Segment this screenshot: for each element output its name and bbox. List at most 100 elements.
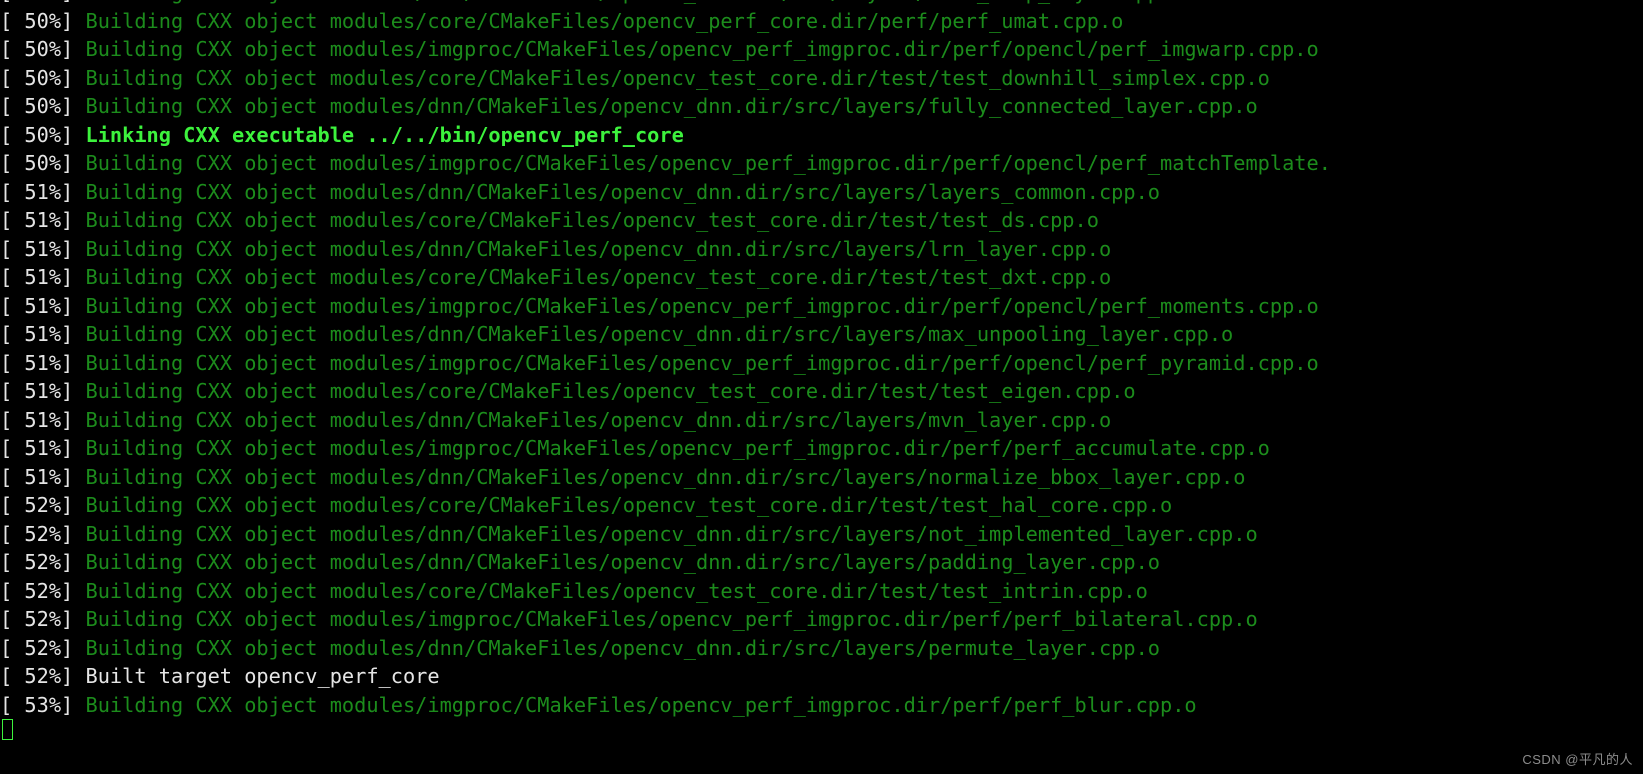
build-log-line: [ 52%] Building CXX object modules/core/…: [0, 491, 1643, 520]
bracket: [: [0, 436, 24, 460]
percent-value: 50: [24, 66, 48, 90]
bracket: [: [0, 351, 24, 375]
build-message: Building CXX object modules/core/CMakeFi…: [85, 579, 1147, 603]
terminal-output: [ 50%] Building CXX object modules/dnn/C…: [0, 0, 1643, 748]
build-log-line: [ 51%] Building CXX object modules/imgpr…: [0, 434, 1643, 463]
bracket: %]: [49, 0, 86, 4]
bracket: %]: [49, 522, 86, 546]
bracket: [: [0, 265, 24, 289]
build-log-line: [ 53%] Building CXX object modules/imgpr…: [0, 691, 1643, 720]
percent-value: 51: [24, 436, 48, 460]
bracket: %]: [49, 550, 86, 574]
bracket: %]: [49, 151, 86, 175]
build-message: Building CXX object modules/core/CMakeFi…: [85, 66, 1269, 90]
bracket: %]: [49, 379, 86, 403]
bracket: [: [0, 465, 24, 489]
bracket: [: [0, 693, 24, 717]
percent-value: 51: [24, 208, 48, 232]
bracket: [: [0, 9, 24, 33]
build-log-line: [ 52%] Building CXX object modules/dnn/C…: [0, 548, 1643, 577]
build-message: Building CXX object modules/dnn/CMakeFil…: [85, 180, 1160, 204]
bracket: %]: [49, 664, 86, 688]
bracket: [: [0, 66, 24, 90]
bracket: %]: [49, 180, 86, 204]
bracket: %]: [49, 265, 86, 289]
bracket: %]: [49, 607, 86, 631]
bracket: %]: [49, 493, 86, 517]
percent-value: 52: [24, 607, 48, 631]
percent-value: 51: [24, 351, 48, 375]
build-message: Building CXX object modules/dnn/CMakeFil…: [85, 522, 1257, 546]
build-message: Building CXX object modules/imgproc/CMak…: [85, 151, 1330, 175]
bracket: %]: [49, 294, 86, 318]
percent-value: 51: [24, 265, 48, 289]
bracket: %]: [49, 94, 86, 118]
build-message: Building CXX object modules/dnn/CMakeFil…: [85, 408, 1111, 432]
build-log-line: [ 52%] Building CXX object modules/dnn/C…: [0, 634, 1643, 663]
percent-value: 50: [24, 37, 48, 61]
bracket: %]: [49, 579, 86, 603]
build-log-line: [ 50%] Linking CXX executable ../../bin/…: [0, 121, 1643, 150]
build-message: Building CXX object modules/imgproc/CMak…: [85, 351, 1318, 375]
percent-value: 50: [24, 151, 48, 175]
bracket: [: [0, 94, 24, 118]
bracket: [: [0, 664, 24, 688]
build-message: Building CXX object modules/imgproc/CMak…: [85, 693, 1196, 717]
build-message: Building CXX object modules/dnn/CMakeFil…: [85, 636, 1160, 660]
percent-value: 52: [24, 522, 48, 546]
build-log-line: [ 51%] Building CXX object modules/core/…: [0, 206, 1643, 235]
build-message: Building CXX object modules/core/CMakeFi…: [85, 379, 1135, 403]
build-message: Building CXX object modules/dnn/CMakeFil…: [85, 94, 1257, 118]
percent-value: 50: [24, 0, 48, 4]
build-message: Building CXX object modules/core/CMakeFi…: [85, 9, 1123, 33]
percent-value: 53: [24, 693, 48, 717]
build-message: Building CXX object modules/dnn/CMakeFil…: [85, 550, 1160, 574]
build-log-line: [ 50%] Building CXX object modules/dnn/C…: [0, 92, 1643, 121]
build-message: Built target opencv_perf_core: [85, 664, 439, 688]
percent-value: 52: [24, 636, 48, 660]
bracket: [: [0, 408, 24, 432]
bracket: %]: [49, 66, 86, 90]
bracket: %]: [49, 408, 86, 432]
percent-value: 51: [24, 408, 48, 432]
build-log-line: [ 51%] Building CXX object modules/dnn/C…: [0, 320, 1643, 349]
build-log-line: [ 51%] Building CXX object modules/dnn/C…: [0, 178, 1643, 207]
build-log-line: [ 50%] Building CXX object modules/core/…: [0, 64, 1643, 93]
percent-value: 51: [24, 322, 48, 346]
build-message: Building CXX object modules/dnn/CMakeFil…: [85, 0, 1184, 4]
bracket: [: [0, 636, 24, 660]
bracket: %]: [49, 436, 86, 460]
percent-value: 52: [24, 579, 48, 603]
build-message: Building CXX object modules/dnn/CMakeFil…: [85, 322, 1233, 346]
bracket: [: [0, 493, 24, 517]
build-log-line: [ 50%] Building CXX object modules/imgpr…: [0, 35, 1643, 64]
build-message: Building CXX object modules/imgproc/CMak…: [85, 607, 1257, 631]
bracket: [: [0, 0, 24, 4]
bracket: %]: [49, 322, 86, 346]
bracket: [: [0, 123, 24, 147]
bracket: [: [0, 37, 24, 61]
build-log-line: [ 50%] Building CXX object modules/core/…: [0, 7, 1643, 36]
build-log-line: [ 51%] Building CXX object modules/core/…: [0, 263, 1643, 292]
bracket: %]: [49, 351, 86, 375]
bracket: %]: [49, 465, 86, 489]
bracket: [: [0, 180, 24, 204]
build-log-line: [ 51%] Building CXX object modules/dnn/C…: [0, 463, 1643, 492]
build-message: Building CXX object modules/imgproc/CMak…: [85, 294, 1318, 318]
percent-value: 51: [24, 180, 48, 204]
bracket: [: [0, 579, 24, 603]
build-log-line: [ 51%] Building CXX object modules/core/…: [0, 377, 1643, 406]
bracket: [: [0, 550, 24, 574]
percent-value: 52: [24, 664, 48, 688]
bracket: %]: [49, 636, 86, 660]
build-message: Linking CXX executable ../../bin/opencv_…: [85, 123, 683, 147]
build-message: Building CXX object modules/dnn/CMakeFil…: [85, 237, 1111, 261]
build-log-line: [ 51%] Building CXX object modules/imgpr…: [0, 349, 1643, 378]
build-log-line: [ 52%] Built target opencv_perf_core: [0, 662, 1643, 691]
build-message: Building CXX object modules/imgproc/CMak…: [85, 37, 1318, 61]
bracket: %]: [49, 693, 86, 717]
percent-value: 51: [24, 465, 48, 489]
bracket: %]: [49, 237, 86, 261]
percent-value: 50: [24, 9, 48, 33]
percent-value: 51: [24, 379, 48, 403]
